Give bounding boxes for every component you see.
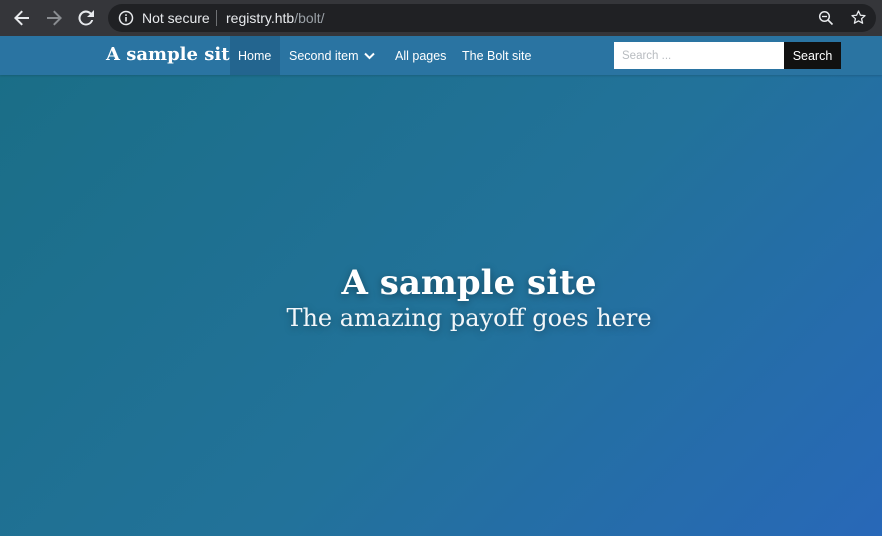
address-bar[interactable]: Not secure registry.htb/bolt/ (108, 4, 876, 32)
zoom-icon[interactable] (818, 10, 834, 26)
nav-item-label: All pages (395, 48, 447, 63)
reload-icon (78, 10, 94, 26)
hero-subtitle: The amazing payoff goes here (286, 304, 652, 332)
url-host: registry.htb (226, 10, 295, 26)
web-page: A sample site Home Second item All pages… (0, 36, 882, 536)
security-label[interactable]: Not secure (142, 10, 210, 26)
search-button[interactable]: Search (784, 42, 841, 69)
back-button[interactable] (10, 6, 34, 30)
search-input[interactable] (614, 42, 784, 69)
hero-title: A sample site (341, 263, 597, 303)
nav-item-label: The Bolt site (462, 48, 532, 63)
reload-button[interactable] (74, 6, 98, 30)
info-icon[interactable] (118, 10, 134, 26)
nav-item-home[interactable]: Home (230, 36, 280, 75)
site-navbar: A sample site Home Second item All pages… (0, 36, 882, 75)
chevron-down-icon (364, 52, 376, 60)
nav-item-bolt-site[interactable]: The Bolt site (454, 36, 539, 75)
site-brand[interactable]: A sample site (106, 43, 241, 67)
hero-section: A sample site The amazing payoff goes he… (0, 263, 882, 333)
browser-toolbar: Not secure registry.htb/bolt/ (0, 0, 882, 36)
forward-arrow-icon (47, 10, 62, 26)
nav-item-label: Second item (289, 48, 359, 63)
nav-item-all-pages[interactable]: All pages (387, 36, 454, 75)
back-arrow-icon (14, 10, 29, 26)
nav-item-label: Home (238, 48, 272, 63)
star-icon[interactable] (850, 9, 867, 26)
forward-button[interactable] (42, 6, 66, 30)
url-text[interactable]: registry.htb/bolt/ (226, 10, 325, 26)
nav-item-second[interactable]: Second item (281, 36, 383, 75)
url-path: /bolt/ (294, 10, 325, 26)
omnibox-divider (216, 10, 217, 26)
